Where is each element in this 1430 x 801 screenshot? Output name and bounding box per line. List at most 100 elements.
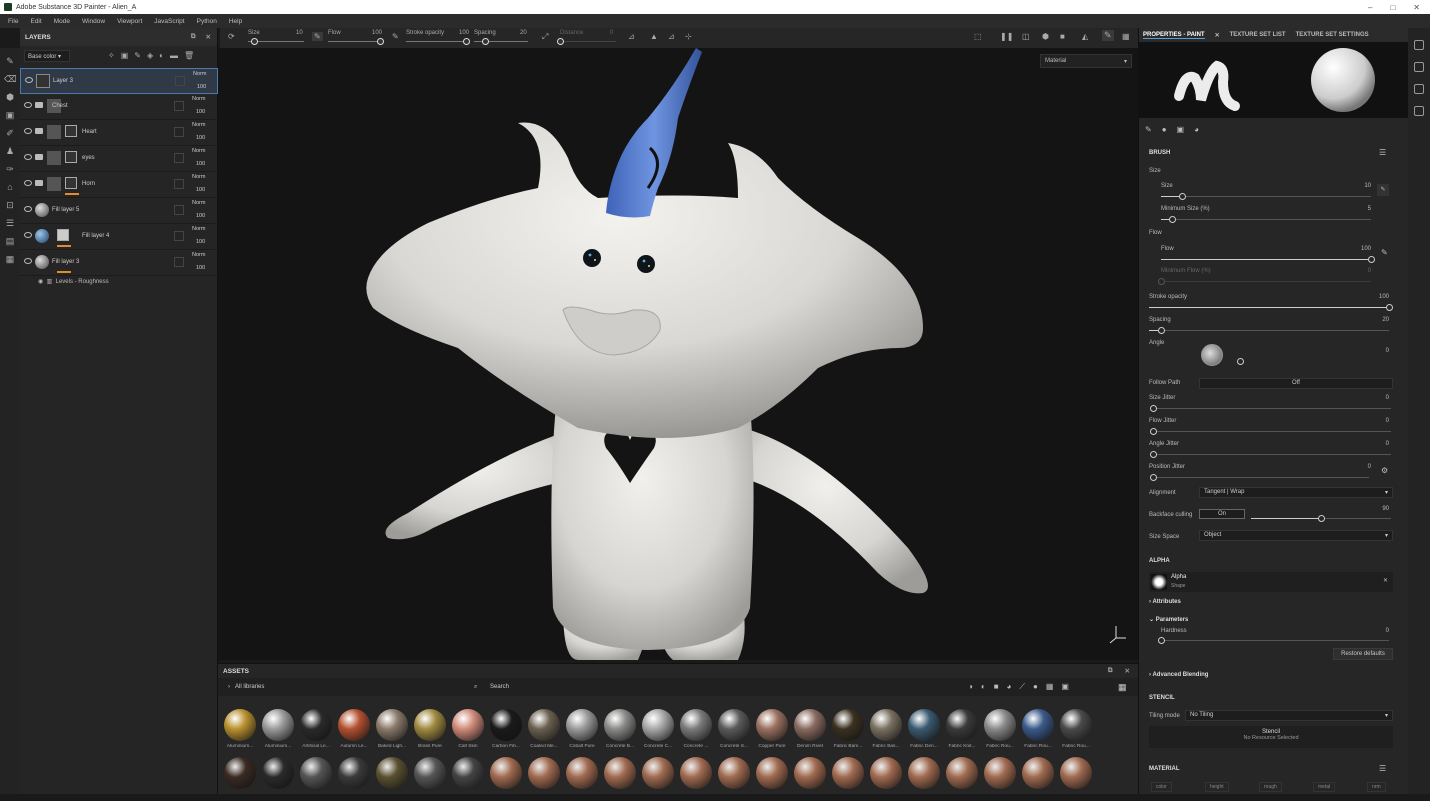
tb-flow-slider[interactable]: [328, 41, 380, 42]
float-panel-icon[interactable]: ⧉: [191, 33, 196, 41]
layers-icon[interactable]: ▤: [4, 236, 16, 246]
clone-icon[interactable]: ♟: [4, 146, 16, 156]
material-thumbnail[interactable]: Fabric Bam...: [830, 709, 866, 753]
material-thumbnail[interactable]: [298, 757, 334, 801]
material-presets-icon[interactable]: ☰: [1379, 764, 1386, 773]
polygon-fill-icon[interactable]: ▣: [4, 110, 16, 120]
material-thumbnail[interactable]: Baked Ligh...: [374, 709, 410, 753]
menu-file[interactable]: File: [8, 18, 18, 25]
slider-knob[interactable]: [250, 38, 258, 45]
eye-icon[interactable]: [24, 180, 32, 186]
flow-value[interactable]: 100: [1341, 246, 1371, 252]
symmetry-icon[interactable]: ⟳: [228, 32, 235, 41]
layer-opacity[interactable]: 100: [196, 109, 205, 115]
maximize-icon[interactable]: □: [1390, 3, 1395, 12]
menu-mode[interactable]: Mode: [54, 18, 70, 25]
slider-knob[interactable]: [557, 38, 564, 45]
log-icon[interactable]: [1414, 106, 1424, 116]
paint-brush-icon[interactable]: ✎: [4, 56, 16, 66]
layer-row[interactable]: eyes Norm 100: [20, 146, 218, 172]
tab-texture-set-settings[interactable]: TEXTURE SET SETTINGS: [1296, 32, 1369, 38]
angle-jitter-slider[interactable]: [1153, 454, 1391, 455]
layer-row[interactable]: Chest Norm 100: [20, 94, 218, 120]
material-thumbnail[interactable]: [412, 757, 448, 801]
material-channel-metal[interactable]: metal: [1313, 782, 1336, 792]
mask-thumb[interactable]: [65, 151, 77, 163]
flow-jitter-value[interactable]: 0: [1359, 418, 1389, 424]
layer-opacity[interactable]: 100: [196, 213, 205, 219]
channel-dropdown[interactable]: Base color ▾: [24, 50, 70, 62]
close-icon[interactable]: ✕: [1413, 3, 1420, 12]
layer-row[interactable]: Fill layer 4 Norm 100: [20, 224, 218, 250]
attributes-toggle[interactable]: › Attributes: [1149, 599, 1181, 605]
slider-knob[interactable]: [377, 38, 384, 45]
stencil-tab-icon[interactable]: ▣: [1177, 125, 1185, 134]
material-thumbnail[interactable]: Autumn Le...: [336, 709, 372, 753]
hardness-slider-knob[interactable]: [1158, 637, 1165, 644]
layer-opacity[interactable]: 100: [196, 161, 205, 167]
min-flow-value[interactable]: 0: [1341, 268, 1371, 274]
layer-row[interactable]: Horn Norm 100: [20, 172, 218, 198]
follow-path-toggle[interactable]: Off: [1199, 378, 1393, 389]
menu-viewport[interactable]: Viewport: [117, 18, 142, 25]
position-jitter-slider-knob[interactable]: [1150, 474, 1157, 481]
material-thumbnail[interactable]: Fabric Den...: [906, 709, 942, 753]
alpha-resource[interactable]: Alpha Shape ✕: [1149, 572, 1393, 592]
layer-color-swatch[interactable]: [174, 153, 184, 163]
size-slider[interactable]: [1161, 196, 1371, 197]
pause-icon[interactable]: ❚❚: [1000, 32, 1013, 41]
export-icon[interactable]: ▦: [4, 254, 16, 264]
alpha-tab-icon[interactable]: ◕: [1194, 125, 1199, 134]
wand-icon[interactable]: ✧: [108, 51, 115, 60]
add-mask-icon[interactable]: ◐: [159, 51, 164, 60]
material-thumbnail[interactable]: Denim Rivet: [792, 709, 828, 753]
min-size-slider-knob[interactable]: [1168, 216, 1176, 223]
material-thumbnail[interactable]: [564, 757, 600, 801]
material-thumbnail[interactable]: [450, 757, 486, 801]
size-jitter-slider-knob[interactable]: [1150, 405, 1157, 412]
material-channel-rough[interactable]: rough: [1259, 782, 1282, 792]
shelf-icon[interactable]: [1414, 40, 1424, 50]
eye-icon[interactable]: [24, 128, 32, 134]
material-thumbnail[interactable]: [792, 757, 828, 801]
material-thumbnail[interactable]: [754, 757, 790, 801]
symmetry-plane-icon[interactable]: ⊿: [668, 32, 675, 41]
viewport-mode-dropdown[interactable]: Material ▾: [1040, 54, 1132, 68]
flow-pressure-icon[interactable]: ✎: [392, 32, 399, 41]
material-thumbnail[interactable]: Fabric Knit...: [944, 709, 980, 753]
backface-angle-value[interactable]: 90: [1359, 506, 1389, 512]
position-jitter-value[interactable]: 0: [1341, 464, 1371, 470]
eye-icon[interactable]: ◉: [38, 279, 43, 285]
material-thumbnail[interactable]: [1058, 757, 1094, 801]
material-thumbnail[interactable]: [678, 757, 714, 801]
restore-defaults-button[interactable]: Restore defaults: [1333, 648, 1393, 660]
material-thumbnail[interactable]: Artificial Le...: [298, 709, 334, 753]
spacing-slider[interactable]: [1149, 330, 1389, 331]
material-thumbnail[interactable]: Carbon Fib...: [488, 709, 524, 753]
angle-knob[interactable]: [1237, 358, 1244, 365]
filter-alphas-icon[interactable]: ◕: [1007, 682, 1012, 692]
measure-icon[interactable]: ⊡: [4, 200, 16, 210]
material-thumbnail[interactable]: Coated Me...: [526, 709, 562, 753]
view-select-icon[interactable]: ◫: [1022, 32, 1030, 41]
material-thumbnail[interactable]: Brass Pure: [412, 709, 448, 753]
stroke-opacity-value[interactable]: 100: [1359, 294, 1389, 300]
layer-row[interactable]: Layer 3 Norm 100: [20, 68, 218, 94]
brush-presets-icon[interactable]: ☰: [1379, 148, 1386, 157]
material-thumbnail[interactable]: [260, 757, 296, 801]
material-thumbnail[interactable]: [374, 757, 410, 801]
eye-icon[interactable]: [24, 206, 32, 212]
layer-opacity[interactable]: 100: [197, 84, 206, 90]
jitter-settings-icon[interactable]: ⚙: [1381, 466, 1388, 475]
layer-row[interactable]: Fill layer 3 Norm 100: [20, 250, 218, 276]
layer-color-swatch[interactable]: [175, 76, 185, 86]
material-thumbnail[interactable]: [716, 757, 752, 801]
material-thumbnail[interactable]: Aluminium...: [222, 709, 258, 753]
mirror-icon[interactable]: ⊿: [628, 32, 635, 41]
min-flow-slider[interactable]: [1161, 281, 1371, 282]
remove-alpha-icon[interactable]: ✕: [1383, 577, 1388, 584]
delete-layer-icon[interactable]: 🗑: [184, 51, 194, 60]
eye-icon[interactable]: [24, 154, 32, 160]
eraser-icon[interactable]: ⌫: [4, 74, 17, 84]
layer-opacity[interactable]: 100: [196, 187, 205, 193]
